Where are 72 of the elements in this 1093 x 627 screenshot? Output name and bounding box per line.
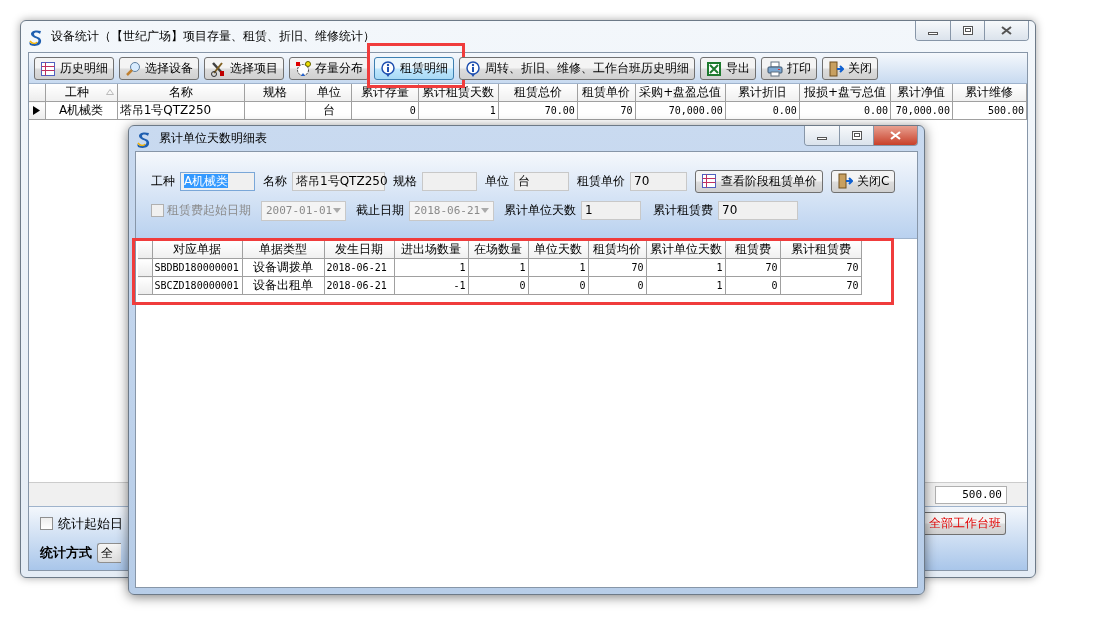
- table-icon: [701, 173, 717, 189]
- column-header[interactable]: 进出场数量: [394, 241, 468, 259]
- close-icon: [1001, 26, 1012, 35]
- field-label: 累计单位天数: [504, 202, 576, 219]
- column-header[interactable]: 单位: [305, 84, 352, 102]
- maximize-icon: [851, 131, 862, 140]
- column-header[interactable]: 采购+盘盈总值: [635, 84, 726, 102]
- column-header[interactable]: 发生日期: [324, 241, 394, 259]
- column-header[interactable]: 报损+盘亏总值: [799, 84, 891, 102]
- toolbar-button[interactable]: 导出: [700, 57, 756, 80]
- window-title: 设备统计（【世纪广场】项目存量、租赁、折旧、维修统计）: [51, 28, 375, 45]
- column-header[interactable]: 工种: [45, 84, 118, 102]
- column-header[interactable]: 租赁总价: [498, 84, 578, 102]
- checkbox-label: 租赁费起始日期: [167, 202, 251, 219]
- column-header[interactable]: 单位天数: [528, 241, 588, 259]
- dialog-button[interactable]: 关闭C: [831, 169, 896, 193]
- column-header[interactable]: 租赁单价: [577, 84, 636, 102]
- text-field[interactable]: 塔吊1号QTZ250: [292, 171, 385, 191]
- column-header[interactable]: 租赁均价: [588, 241, 646, 259]
- search-icon: [125, 60, 141, 77]
- column-header[interactable]: 规格: [244, 84, 306, 102]
- column-header[interactable]: 累计净值: [890, 84, 953, 102]
- column-header[interactable]: 在场数量: [468, 241, 528, 259]
- toolbar-button[interactable]: 存量分布: [289, 57, 369, 80]
- column-header[interactable]: 累计单位天数: [646, 241, 725, 259]
- sort-arrow-icon: [105, 89, 114, 95]
- column-header[interactable]: 对应单据: [152, 241, 242, 259]
- column-header[interactable]: 累计维修: [952, 84, 1027, 102]
- printer-icon: [767, 60, 783, 77]
- toolbar-button[interactable]: 历史明细: [34, 57, 114, 80]
- workshift-button[interactable]: 全部工作台班: [925, 512, 1006, 535]
- maximize-icon: [962, 26, 973, 35]
- dialog-title: 累计单位天数明细表: [159, 130, 267, 147]
- dropdown-arrow-icon: [333, 208, 341, 213]
- exit-icon: [837, 173, 853, 189]
- chart-icon: [295, 60, 311, 77]
- text-field[interactable]: 70: [718, 201, 798, 220]
- toolbar-button[interactable]: 周转、折旧、维修、工作台班历史明细: [459, 57, 695, 80]
- column-header[interactable]: 名称: [117, 84, 245, 102]
- column-header[interactable]: 单据类型: [242, 241, 324, 259]
- info-icon: [465, 60, 481, 77]
- field-label: 规格: [393, 172, 417, 190]
- checkbox-label: 统计起始日: [58, 514, 123, 533]
- column-header[interactable]: 累计租赁费: [780, 241, 861, 259]
- dialog-button[interactable]: 查看阶段租赁单价: [695, 169, 823, 193]
- text-field[interactable]: [422, 171, 477, 191]
- toolbar-button[interactable]: 关闭: [822, 57, 878, 80]
- table-icon: [40, 60, 56, 77]
- field-label: 工种: [151, 172, 175, 190]
- field-label: 租赁单价: [577, 172, 625, 190]
- column-header[interactable]: 租赁费: [725, 241, 780, 259]
- field-label: 名称: [263, 172, 287, 190]
- toolbar-button[interactable]: 租赁明细: [374, 57, 454, 80]
- dropdown-arrow-icon: [481, 208, 489, 213]
- field-label: 截止日期: [356, 202, 404, 219]
- spreadsheet-icon: [706, 60, 722, 77]
- column-header[interactable]: 累计折旧: [725, 84, 800, 102]
- toolbar-button[interactable]: 打印: [761, 57, 817, 80]
- checkbox[interactable]: [40, 517, 53, 530]
- close-icon: [890, 131, 901, 140]
- text-field[interactable]: 台: [514, 171, 569, 191]
- field-label: 累计租赁费: [653, 202, 713, 219]
- text-field[interactable]: 70: [630, 171, 687, 191]
- dropdown[interactable]: 全: [97, 542, 121, 563]
- total-cell: 500.00: [935, 485, 1007, 504]
- text-field[interactable]: 1: [581, 201, 641, 220]
- toolbar-button[interactable]: 选择项目: [204, 57, 284, 80]
- toolbar-button[interactable]: 选择设备: [119, 57, 199, 80]
- field-label: 统计方式: [40, 543, 92, 562]
- exit-icon: [828, 60, 844, 77]
- field-label: 单位: [485, 172, 509, 190]
- info-icon: [380, 60, 396, 77]
